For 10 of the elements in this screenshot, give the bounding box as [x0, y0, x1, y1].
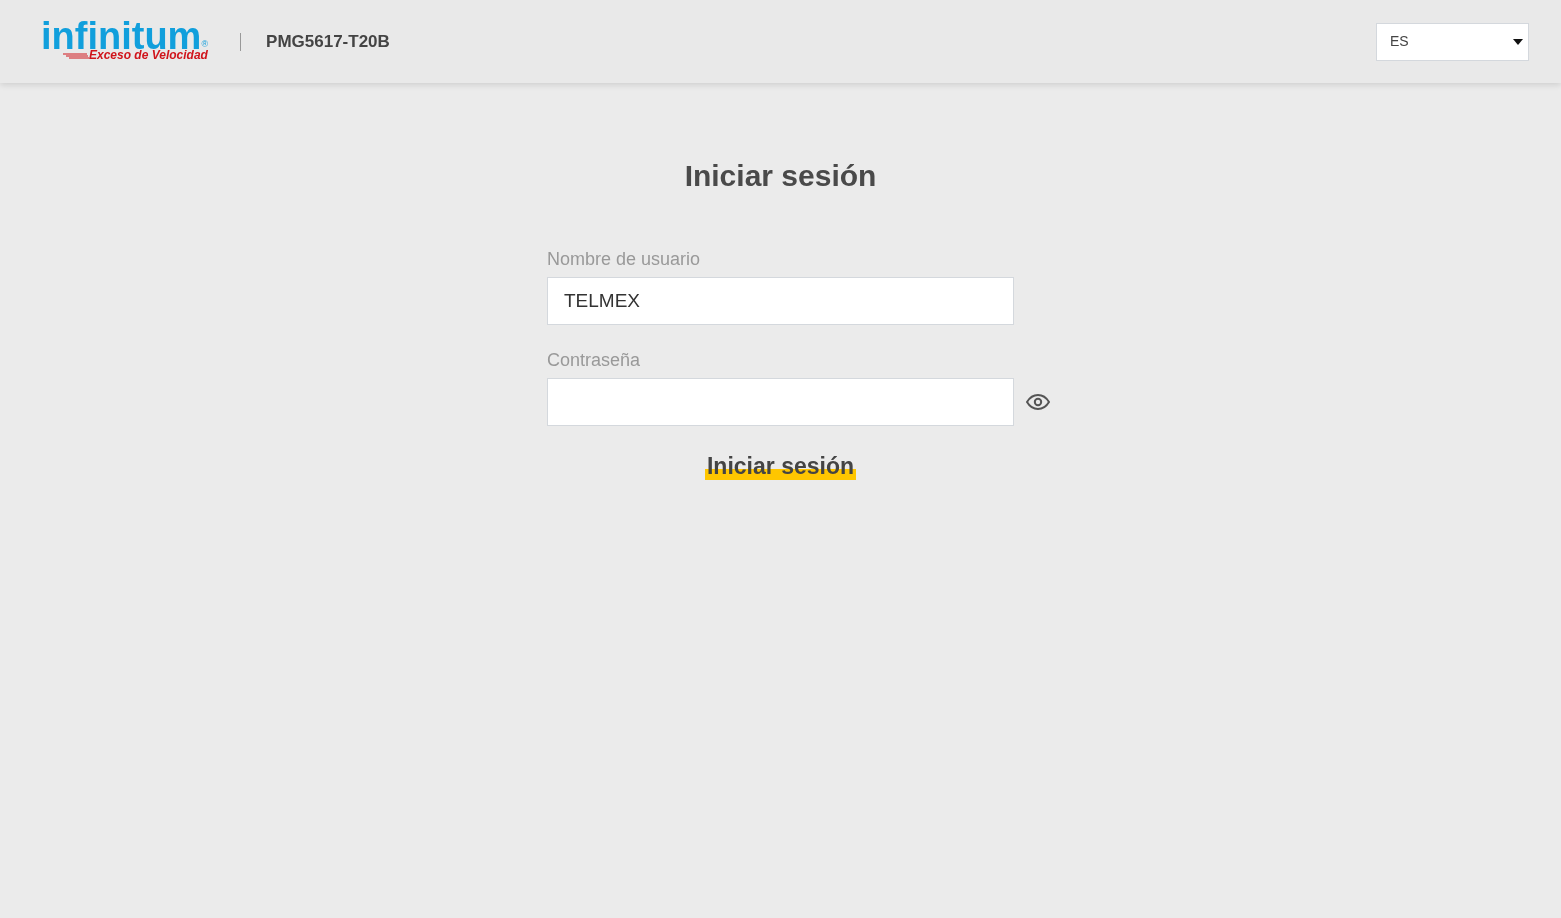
field-label: Nombre de usuario	[547, 248, 702, 271]
field-label: Contraseña	[547, 349, 642, 372]
password-field[interactable]	[547, 378, 1014, 426]
infinitum-logo: infinitum® Exceso de Velocidad	[41, 21, 209, 62]
username-field[interactable]: TELMEX	[547, 277, 1014, 325]
dropdown-caret-icon	[1513, 38, 1523, 45]
page-title: Iniciar sesión	[684, 158, 877, 194]
eye-icon[interactable]	[1026, 394, 1050, 410]
language-select[interactable]: ES	[1376, 22, 1529, 61]
device-model: PMG5617-T20B	[266, 30, 390, 53]
